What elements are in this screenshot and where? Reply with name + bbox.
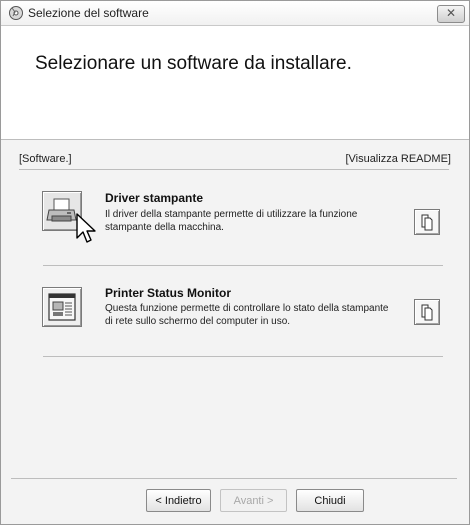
close-button[interactable]: Chiudi	[296, 489, 364, 512]
document-copy-icon	[421, 214, 433, 231]
software-section-label: [Software.]	[19, 153, 72, 165]
page-title: Selezionare un software da installare.	[35, 53, 352, 74]
install-status-monitor-button[interactable]	[42, 287, 82, 327]
next-button[interactable]: Avanti >	[220, 489, 287, 512]
header-panel: Selezionare un software da installare.	[1, 26, 469, 139]
title-bar: Selezione del software ✕	[1, 1, 469, 26]
printer-driver-description: Il driver della stampante permette di ut…	[105, 209, 358, 233]
section-divider	[19, 169, 449, 170]
mouse-cursor-icon	[76, 213, 96, 243]
status-monitor-icon	[48, 293, 76, 321]
document-copy-icon	[421, 304, 433, 321]
close-window-button[interactable]: ✕	[437, 5, 465, 23]
readme-section-label: [Visualizza README]	[345, 153, 451, 165]
header-divider	[1, 139, 469, 140]
installer-window: Selezione del software ✕ Selezionare un …	[0, 0, 470, 525]
back-button[interactable]: < Indietro	[146, 489, 211, 512]
status-monitor-description: Questa funzione permette di controllare …	[105, 303, 389, 327]
printer-driver-readme-button[interactable]	[414, 209, 440, 235]
status-monitor-readme-button[interactable]	[414, 299, 440, 325]
software-disc-icon	[9, 6, 23, 20]
printer-driver-title: Driver stampante	[105, 191, 204, 205]
status-monitor-title: Printer Status Monitor	[105, 286, 232, 300]
item-divider-2	[43, 356, 443, 357]
window-title: Selezione del software	[28, 6, 149, 20]
footer-divider	[11, 478, 457, 479]
item-divider-1	[43, 265, 443, 266]
